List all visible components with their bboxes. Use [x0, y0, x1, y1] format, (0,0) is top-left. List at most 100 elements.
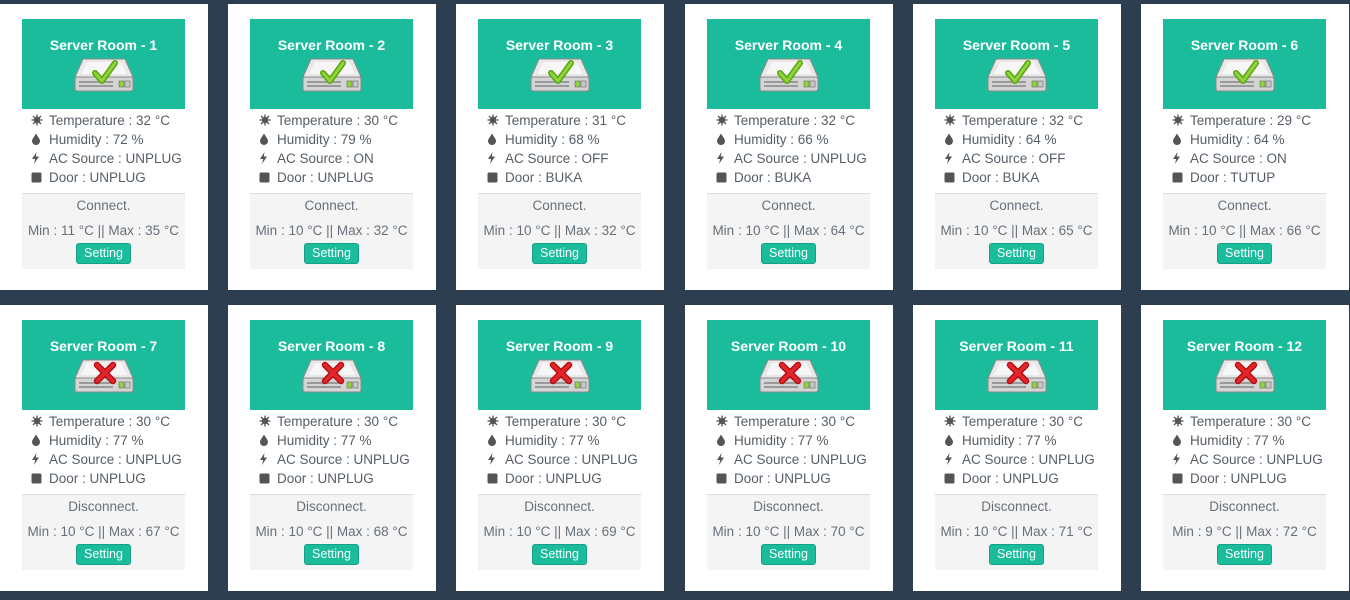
- server-check-icon: [301, 55, 363, 95]
- sensor-info: Temperature : 31 °C Humidity : 68 % AC Sou…: [478, 109, 641, 187]
- ac-source-label: AC Source :: [1190, 452, 1267, 467]
- humidity-row: Humidity : 66 %: [716, 130, 870, 149]
- temperature-icon: [1172, 112, 1190, 131]
- temperature-range: Min : 10 °C || Max : 32 °C: [483, 223, 636, 238]
- temperature-row: Temperature : 30 °C: [944, 412, 1098, 431]
- server-room-card: Server Room - 6 Temperature : 29 °C Humidi…: [1141, 4, 1349, 290]
- server-room-card: Server Room - 3 Temperature : 31 °C Humidi…: [456, 4, 664, 290]
- humidity-label: Humidity :: [505, 433, 569, 448]
- temperature-row: Temperature : 29 °C: [1172, 111, 1326, 130]
- humidity-value: 64 %: [1025, 132, 1057, 147]
- server-check-icon: [529, 55, 591, 95]
- door-label: Door :: [505, 471, 546, 486]
- card-header: Server Room - 5: [935, 19, 1098, 109]
- temperature-row: Temperature : 30 °C: [259, 412, 413, 431]
- door-icon: [31, 169, 49, 188]
- server-check-icon: [73, 55, 135, 95]
- server-check-icon: [758, 55, 820, 95]
- ac-source-row: AC Source : UNPLUG: [31, 450, 185, 469]
- humidity-row: Humidity : 68 %: [487, 130, 641, 149]
- door-value: BUKA: [774, 170, 812, 185]
- ac-source-value: UNPLUG: [1266, 452, 1323, 467]
- door-label: Door :: [1190, 170, 1231, 185]
- door-value: TUTUP: [1230, 170, 1276, 185]
- door-value: UNPLUG: [317, 471, 374, 486]
- connection-status: Disconnect.: [981, 499, 1052, 514]
- door-label: Door :: [962, 471, 1003, 486]
- room-title: Server Room - 4: [734, 37, 843, 53]
- ac-source-row: AC Source : OFF: [487, 149, 641, 168]
- door-label: Door :: [734, 471, 775, 486]
- setting-button[interactable]: Setting: [76, 243, 131, 264]
- humidity-label: Humidity :: [1190, 433, 1254, 448]
- humidity-icon: [944, 432, 962, 451]
- setting-button[interactable]: Setting: [989, 243, 1044, 264]
- card-body: Server Room - 6 Temperature : 29 °C Humidi…: [1163, 19, 1326, 269]
- server-room-card: Server Room - 1 Temperature : 32 °C Humidi…: [0, 4, 208, 290]
- card-footer: Connect. Min : 10 °C || Max : 66 °C Settin…: [1163, 193, 1326, 269]
- room-title: Server Room - 2: [277, 37, 386, 53]
- temperature-icon: [1172, 413, 1190, 432]
- ac-source-value: UNPLUG: [125, 452, 182, 467]
- temperature-value: 29 °C: [1277, 113, 1311, 128]
- card-body: Server Room - 4 Temperature : 32 °C Humidi…: [707, 19, 870, 269]
- card-footer: Disconnect. Min : 10 °C || Max : 71 °C Set…: [935, 494, 1098, 570]
- setting-button[interactable]: Setting: [761, 544, 816, 565]
- card-body: Server Room - 7 Temperature : 30 °C Humidi…: [22, 320, 185, 570]
- sensor-info: Temperature : 30 °C Humidity : 79 % AC Sou…: [250, 109, 413, 187]
- humidity-label: Humidity :: [505, 132, 569, 147]
- door-value: UNPLUG: [1002, 471, 1059, 486]
- humidity-label: Humidity :: [962, 132, 1026, 147]
- room-title: Server Room - 1: [49, 37, 158, 53]
- ac-source-value: UNPLUG: [810, 452, 867, 467]
- temperature-row: Temperature : 30 °C: [1172, 412, 1326, 431]
- setting-button[interactable]: Setting: [1217, 243, 1272, 264]
- sensor-info: Temperature : 30 °C Humidity : 77 % AC Sou…: [935, 410, 1098, 488]
- door-icon: [716, 470, 734, 489]
- humidity-icon: [944, 131, 962, 150]
- setting-button[interactable]: Setting: [532, 544, 587, 565]
- server-room-card: Server Room - 10 Temperature : 30 °C Humid…: [685, 305, 893, 591]
- setting-button[interactable]: Setting: [1217, 544, 1272, 565]
- connection-status: Disconnect.: [1209, 499, 1280, 514]
- temperature-value: 30 °C: [364, 414, 398, 429]
- ac-source-row: AC Source : UNPLUG: [31, 149, 185, 168]
- server-cross-icon: [301, 356, 363, 396]
- sensor-info: Temperature : 30 °C Humidity : 77 % AC Sou…: [22, 410, 185, 488]
- connection-status: Connect.: [1217, 198, 1272, 213]
- setting-button[interactable]: Setting: [761, 243, 816, 264]
- humidity-value: 77 %: [1025, 433, 1057, 448]
- card-footer: Disconnect. Min : 10 °C || Max : 68 °C Set…: [250, 494, 413, 570]
- door-label: Door :: [49, 471, 90, 486]
- humidity-row: Humidity : 77 %: [31, 431, 185, 450]
- connection-status: Connect.: [532, 198, 587, 213]
- server-room-grid: Server Room - 1 Temperature : 32 °C Humidi…: [0, 0, 1350, 600]
- door-icon: [1172, 169, 1190, 188]
- temperature-icon: [487, 413, 505, 432]
- door-value: UNPLUG: [545, 471, 602, 486]
- setting-button[interactable]: Setting: [76, 544, 131, 565]
- ac-source-value: OFF: [1038, 151, 1066, 166]
- temperature-range: Min : 9 °C || Max : 72 °C: [1172, 524, 1317, 539]
- setting-button[interactable]: Setting: [989, 544, 1044, 565]
- temperature-value: 32 °C: [821, 113, 855, 128]
- temperature-range: Min : 10 °C || Max : 71 °C: [940, 524, 1093, 539]
- door-value: BUKA: [545, 170, 583, 185]
- setting-button[interactable]: Setting: [304, 243, 359, 264]
- ac-source-row: AC Source : UNPLUG: [944, 450, 1098, 469]
- ac-source-label: AC Source :: [1190, 151, 1267, 166]
- temperature-value: 32 °C: [1049, 113, 1083, 128]
- ac-source-label: AC Source :: [734, 151, 811, 166]
- door-label: Door :: [505, 170, 546, 185]
- card-footer: Connect. Min : 10 °C || Max : 64 °C Settin…: [707, 193, 870, 269]
- humidity-icon: [259, 131, 277, 150]
- setting-button[interactable]: Setting: [304, 544, 359, 565]
- temperature-label: Temperature :: [962, 414, 1050, 429]
- door-label: Door :: [49, 170, 90, 185]
- setting-button[interactable]: Setting: [532, 243, 587, 264]
- temperature-value: 30 °C: [1049, 414, 1083, 429]
- humidity-label: Humidity :: [1190, 132, 1254, 147]
- door-value: BUKA: [1002, 170, 1040, 185]
- temperature-label: Temperature :: [1190, 113, 1278, 128]
- humidity-icon: [1172, 432, 1190, 451]
